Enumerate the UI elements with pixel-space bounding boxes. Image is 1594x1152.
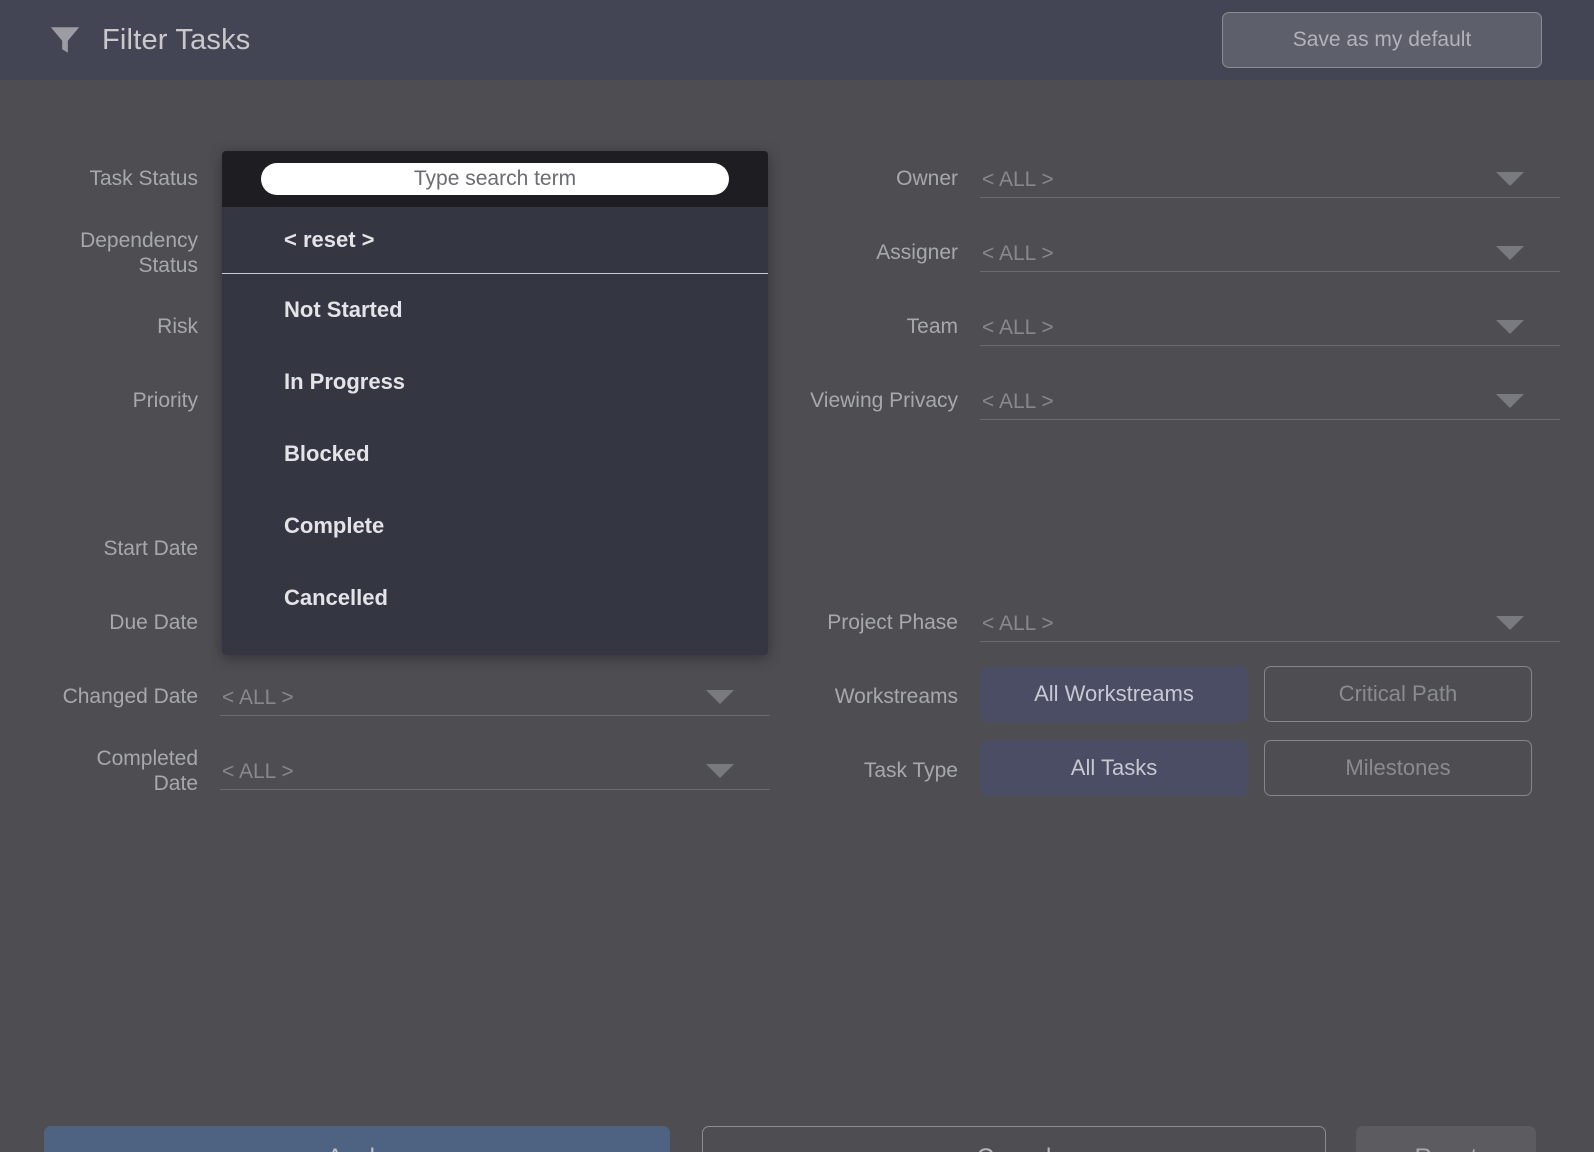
chevron-down-icon[interactable] xyxy=(706,764,734,778)
field-team[interactable]: Team < ALL > xyxy=(800,288,1560,362)
chevron-down-icon[interactable] xyxy=(1496,616,1524,630)
field-underline xyxy=(220,715,770,716)
apply-button[interactable]: Apply xyxy=(44,1126,670,1152)
critical-path-button[interactable]: Critical Path xyxy=(1264,666,1532,722)
dropdown-option-in-progress[interactable]: In Progress xyxy=(222,346,768,418)
field-label: Project Phase xyxy=(827,611,958,634)
row-task-type: Task Type All Tasks Milestones xyxy=(800,732,1560,806)
filter-tasks-dialog: Filter Tasks Save as my default Task Sta… xyxy=(0,0,1594,1152)
field-owner[interactable]: Owner < ALL > xyxy=(800,140,1560,214)
field-completed-date[interactable]: Completed Date < ALL > xyxy=(40,732,770,806)
row-workstreams: Workstreams All Workstreams Critical Pat… xyxy=(800,658,1560,732)
field-label: Priority xyxy=(132,389,198,412)
field-changed-date[interactable]: Changed Date < ALL > xyxy=(40,658,770,732)
field-label: Due Date xyxy=(109,611,198,634)
page-title: Filter Tasks xyxy=(102,23,251,56)
reset-button[interactable]: Reset xyxy=(1356,1126,1536,1152)
field-value: < ALL > xyxy=(982,168,1054,191)
field-underline xyxy=(980,197,1560,198)
dropdown-option-cancelled[interactable]: Cancelled xyxy=(222,562,768,634)
field-viewing-privacy[interactable]: Viewing Privacy < ALL > xyxy=(800,362,1560,436)
field-label xyxy=(40,436,220,462)
field-underline xyxy=(220,789,770,790)
all-tasks-button[interactable]: All Tasks xyxy=(980,740,1248,796)
field-label: Task Status xyxy=(89,167,198,190)
field-spacer-right-1 xyxy=(800,436,1560,510)
field-label: Completed Date xyxy=(96,747,198,795)
dropdown-option-not-started[interactable]: Not Started xyxy=(222,274,768,346)
chevron-down-icon[interactable] xyxy=(1496,172,1524,186)
field-label: Team xyxy=(906,315,958,338)
dropdown-option-reset[interactable]: < reset > xyxy=(222,207,768,273)
field-value: < ALL > xyxy=(982,390,1054,413)
field-label: Dependency Status xyxy=(80,229,198,277)
field-control[interactable]: < ALL > xyxy=(980,584,1560,658)
funnel-icon xyxy=(50,27,80,53)
field-project-phase[interactable]: Project Phase < ALL > xyxy=(800,584,1560,658)
dropdown-search-bar xyxy=(222,151,768,207)
field-label: Assigner xyxy=(876,241,958,264)
field-underline xyxy=(980,271,1560,272)
dialog-footer: Apply Cancel Reset xyxy=(0,1126,1594,1152)
field-underline xyxy=(980,419,1560,420)
right-filter-column: Owner < ALL > Assigner < ALL > Team < AL… xyxy=(800,140,1560,806)
field-label: Changed Date xyxy=(62,685,198,708)
milestones-button[interactable]: Milestones xyxy=(1264,740,1532,796)
toggle-group-workstreams: All Workstreams Critical Path xyxy=(980,658,1560,732)
field-control[interactable]: < ALL > xyxy=(980,214,1560,288)
field-value: < ALL > xyxy=(982,316,1054,339)
field-spacer-right-2 xyxy=(800,510,1560,584)
field-assigner[interactable]: Assigner < ALL > xyxy=(800,214,1560,288)
field-control[interactable]: < ALL > xyxy=(220,732,770,806)
field-control[interactable]: < ALL > xyxy=(980,140,1560,214)
field-control[interactable]: < ALL > xyxy=(980,362,1560,436)
field-underline xyxy=(980,345,1560,346)
field-control xyxy=(980,436,1560,510)
field-label xyxy=(800,436,980,462)
chevron-down-icon[interactable] xyxy=(1496,394,1524,408)
field-label: Start Date xyxy=(103,537,198,560)
field-control[interactable]: < ALL > xyxy=(220,658,770,732)
field-value: < ALL > xyxy=(982,242,1054,265)
field-label: Workstreams xyxy=(834,685,958,708)
cancel-button[interactable]: Cancel xyxy=(702,1126,1326,1152)
field-label: Task Type xyxy=(863,759,958,782)
field-control[interactable]: < ALL > xyxy=(980,288,1560,362)
field-label: Owner xyxy=(896,167,958,190)
dropdown-option-blocked[interactable]: Blocked xyxy=(222,418,768,490)
save-as-my-default-button[interactable]: Save as my default xyxy=(1222,12,1542,68)
field-label xyxy=(800,510,980,536)
field-control xyxy=(980,510,1560,584)
dropdown-option-complete[interactable]: Complete xyxy=(222,490,768,562)
field-underline xyxy=(980,641,1560,642)
chevron-down-icon[interactable] xyxy=(706,690,734,704)
field-label: Viewing Privacy xyxy=(810,389,958,412)
task-status-dropdown-panel: < reset > Not Started In Progress Blocke… xyxy=(222,151,768,655)
field-value: < ALL > xyxy=(222,686,294,709)
field-value: < ALL > xyxy=(222,760,294,783)
dropdown-search-input[interactable] xyxy=(261,163,729,195)
chevron-down-icon[interactable] xyxy=(1496,320,1524,334)
toggle-group-task-type: All Tasks Milestones xyxy=(980,732,1560,806)
field-label: Risk xyxy=(157,315,198,338)
dialog-header: Filter Tasks Save as my default xyxy=(0,0,1594,80)
all-workstreams-button[interactable]: All Workstreams xyxy=(980,666,1248,722)
chevron-down-icon[interactable] xyxy=(1496,246,1524,260)
field-value: < ALL > xyxy=(982,612,1054,635)
